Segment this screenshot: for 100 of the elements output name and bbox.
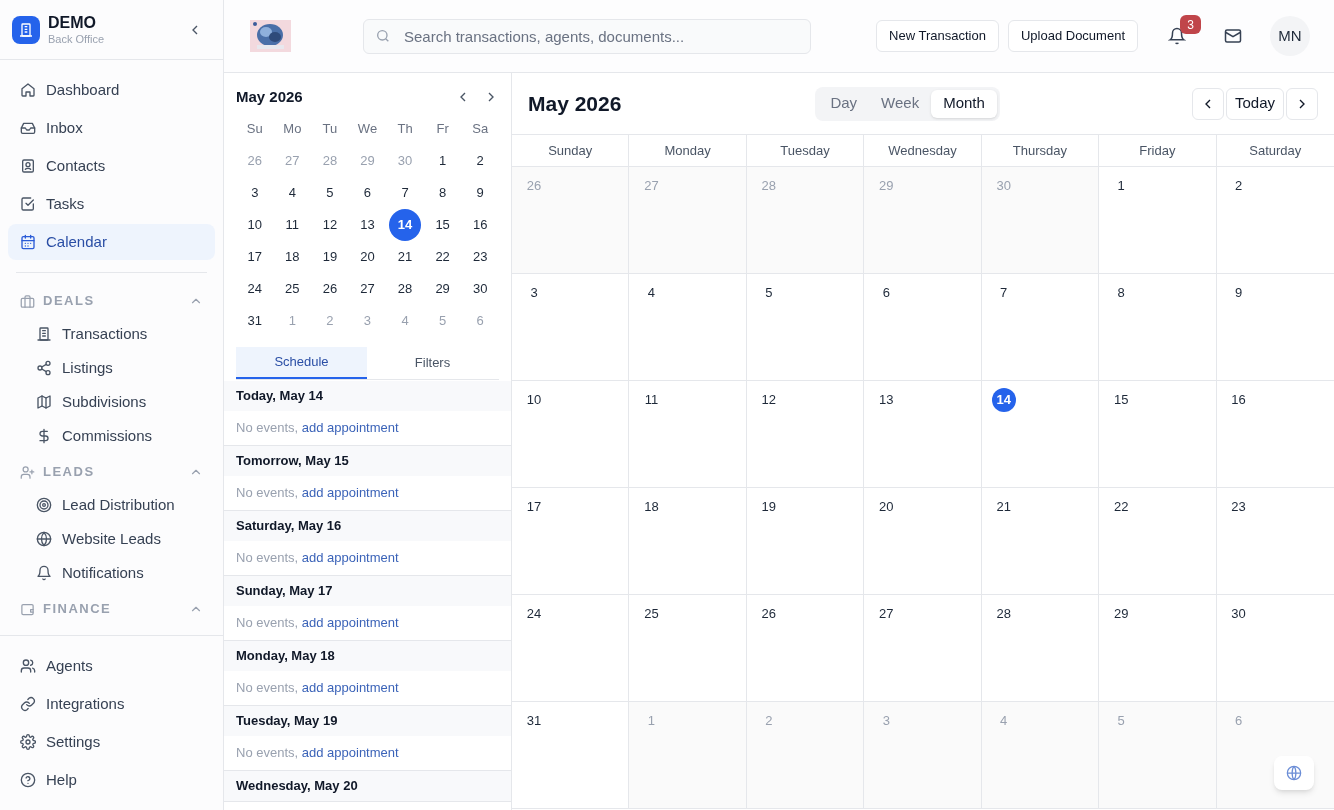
date-button[interactable]: 23 — [464, 241, 497, 273]
date-button[interactable]: 5 — [313, 177, 346, 209]
day-cell[interactable]: 17 — [512, 488, 630, 595]
view-tab[interactable]: Week — [869, 89, 932, 118]
sidebar-item[interactable]: Subdivisions — [8, 385, 215, 419]
date-button[interactable]: 26 — [313, 273, 346, 305]
schedule-day-heading: Monday, May 18 — [224, 641, 511, 671]
add-appointment-link[interactable]: add appointment — [301, 485, 399, 501]
day-cell[interactable]: 21 — [981, 488, 1100, 595]
mail-icon[interactable] — [1224, 27, 1242, 45]
day-number: 20 — [878, 498, 895, 516]
date-button[interactable]: 27 — [351, 273, 384, 305]
date-button[interactable]: 11 — [276, 209, 309, 241]
sidebar-item[interactable]: Integrations — [8, 686, 215, 722]
next-button[interactable] — [1286, 87, 1318, 120]
add-appointment-link[interactable]: add appointment — [301, 420, 399, 436]
day-cell[interactable]: 22 — [1099, 488, 1217, 595]
day-number: 15 — [1112, 391, 1130, 409]
sidebar-item[interactable]: Contacts — [8, 148, 215, 184]
user-avatar[interactable]: MN — [1270, 16, 1310, 56]
sidebar-item[interactable]: Transactions — [8, 317, 215, 351]
sidebar-item[interactable]: Inbox — [8, 110, 215, 146]
date-button[interactable]: 15 — [426, 209, 459, 241]
date-button[interactable]: 10 — [238, 209, 271, 241]
assistant-widget-button[interactable] — [1274, 756, 1314, 790]
sidebar-item[interactable]: Listings — [8, 351, 215, 385]
day-number: 30 — [995, 177, 1012, 195]
date-button[interactable]: 28 — [389, 273, 422, 305]
day-cell[interactable]: 20 — [864, 488, 982, 595]
day-cell[interactable]: 27 — [864, 595, 982, 702]
add-appointment-link[interactable]: add appointment — [301, 615, 399, 631]
view-tab[interactable]: Day — [818, 89, 870, 118]
day-cell[interactable]: 8 — [1099, 274, 1217, 381]
day-cell[interactable]: 28 — [981, 595, 1100, 702]
new-transaction-button[interactable]: Upload Document — [1007, 20, 1138, 52]
day-cell[interactable]: 26 — [746, 595, 865, 702]
day-cell[interactable]: 29 — [1099, 595, 1217, 702]
sidebar-item[interactable]: Lead Distribution — [8, 488, 215, 522]
view-tab[interactable]: Month — [931, 89, 997, 118]
day-cell[interactable]: 19 — [746, 488, 865, 595]
sidebar-item[interactable]: Calendar — [8, 224, 215, 260]
day-cell[interactable]: 13 — [864, 381, 982, 488]
day-cell[interactable]: 18 — [629, 488, 747, 595]
date-button[interactable]: 2 — [464, 145, 497, 177]
day-cell[interactable]: 31 — [512, 702, 630, 809]
day-cell[interactable]: 6 — [864, 274, 982, 381]
sidebar-item[interactable]: Website Leads — [8, 522, 215, 556]
add-appointment-link[interactable]: add appointment — [301, 550, 399, 566]
date-button[interactable]: 19 — [313, 241, 346, 273]
sidebar-item[interactable]: Agents — [8, 648, 215, 684]
panel-tab[interactable]: Filters — [367, 347, 498, 379]
date-button[interactable]: 1 — [426, 145, 459, 177]
date-button[interactable]: 29 — [426, 273, 459, 305]
sidebar-item[interactable]: Settings — [8, 724, 215, 760]
add-appointment-link[interactable]: add appointment — [301, 680, 399, 696]
sidebar-item[interactable]: Commissions — [8, 419, 215, 453]
day-cell[interactable]: 24 — [512, 595, 630, 702]
date-button[interactable]: 13 — [351, 209, 384, 241]
date-button[interactable]: 20 — [351, 241, 384, 273]
day-cell[interactable]: 12 — [746, 381, 865, 488]
date-button[interactable]: 17 — [238, 241, 271, 273]
sidebar-item[interactable]: Dashboard — [8, 72, 215, 108]
notifications-icon[interactable] — [1168, 27, 1186, 45]
day-cell[interactable]: 4 — [629, 274, 747, 381]
day-cell[interactable]: 14 — [981, 381, 1100, 488]
date-button[interactable]: 14 — [389, 209, 422, 241]
search-field[interactable]: Search transactions, agents, documents... — [363, 18, 811, 54]
day-cell[interactable]: 1 — [1099, 167, 1217, 274]
date-button[interactable]: 22 — [426, 241, 459, 273]
date-button[interactable]: 30 — [464, 273, 497, 305]
date-button[interactable]: 8 — [426, 177, 459, 209]
sidebar-item[interactable]: Notifications — [8, 556, 215, 590]
date-button[interactable]: 3 — [238, 177, 271, 209]
bell-icon — [36, 565, 52, 581]
date-button[interactable]: 4 — [276, 177, 309, 209]
day-number: 10 — [525, 391, 543, 409]
day-cell[interactable]: 25 — [629, 595, 747, 702]
schedule-day-heading: Today, May 14 — [224, 381, 511, 411]
date-button[interactable]: 16 — [464, 209, 497, 241]
day-cell[interactable]: 7 — [981, 274, 1100, 381]
day-cell[interactable]: 5 — [746, 274, 865, 381]
add-appointment-link[interactable]: add appointment — [301, 745, 399, 761]
date-button[interactable]: 25 — [276, 273, 309, 305]
day-cell[interactable]: 10 — [512, 381, 630, 488]
today-button[interactable]: Today — [1225, 87, 1284, 120]
date-button[interactable]: 9 — [464, 177, 497, 209]
date-button[interactable]: 31 — [238, 305, 271, 337]
date-button[interactable]: 12 — [313, 209, 346, 241]
date-button[interactable]: 21 — [389, 241, 422, 273]
day-cell[interactable]: 15 — [1099, 381, 1217, 488]
sidebar-item[interactable]: Tasks — [8, 186, 215, 222]
new-transaction-button[interactable]: New Transaction — [876, 20, 999, 52]
panel-tab[interactable]: Schedule — [236, 347, 367, 379]
day-cell[interactable]: 3 — [512, 274, 630, 381]
day-cell[interactable]: 11 — [629, 381, 747, 488]
date-button[interactable]: 24 — [238, 273, 271, 305]
date-button[interactable]: 7 — [389, 177, 422, 209]
date-button[interactable]: 18 — [276, 241, 309, 273]
date-button[interactable]: 6 — [351, 177, 384, 209]
sidebar-item[interactable]: Help — [8, 762, 215, 798]
